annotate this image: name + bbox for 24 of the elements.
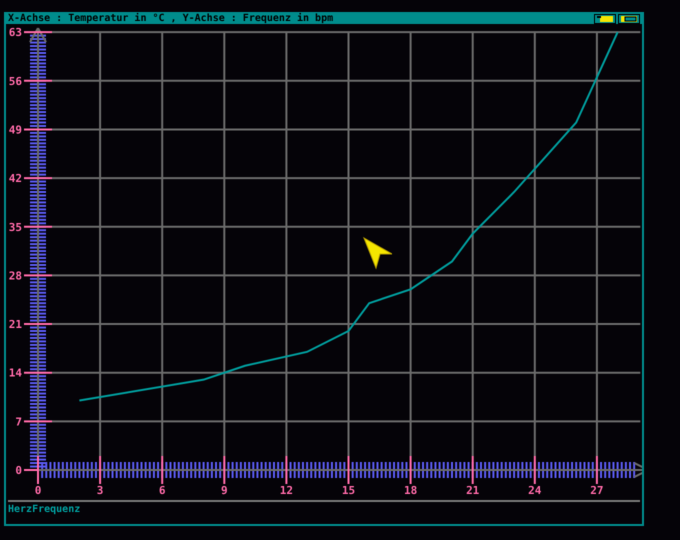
x-tick-label: 0	[34, 484, 42, 497]
y-tick-label: 14	[8, 366, 22, 380]
minimize-button[interactable]	[594, 14, 616, 24]
legend-label: HerzFrequenz	[7, 503, 82, 517]
y-tick-label: 7	[15, 415, 22, 428]
x-tick-label: 24	[528, 484, 542, 497]
x-tick-label: 18	[404, 484, 418, 497]
x-tick-label: 15	[342, 484, 356, 497]
y-tick-label: 63	[8, 26, 22, 40]
x-tick-label: 6	[158, 484, 166, 497]
y-tick-label: 28	[8, 269, 22, 282]
x-tick-label: 27	[590, 484, 604, 497]
window-title: X-Achse : Temperatur in °C , Y-Achse : Frequenz in bpm	[8, 14, 334, 24]
y-tick-label: 49	[8, 123, 22, 136]
y-tick-label: 21	[8, 318, 22, 332]
y-tick-label: 42	[8, 172, 22, 186]
y-tick-label: 56	[8, 74, 22, 88]
x-tick-label: 3	[96, 484, 104, 497]
y-tick-label: 35	[8, 220, 22, 234]
y-tick-label: 0	[15, 464, 22, 477]
x-tick-label: 21	[466, 484, 480, 497]
x-tick-label: 9	[221, 484, 228, 497]
x-tick-label: 12	[280, 484, 294, 497]
maximize-button[interactable]	[618, 14, 640, 24]
